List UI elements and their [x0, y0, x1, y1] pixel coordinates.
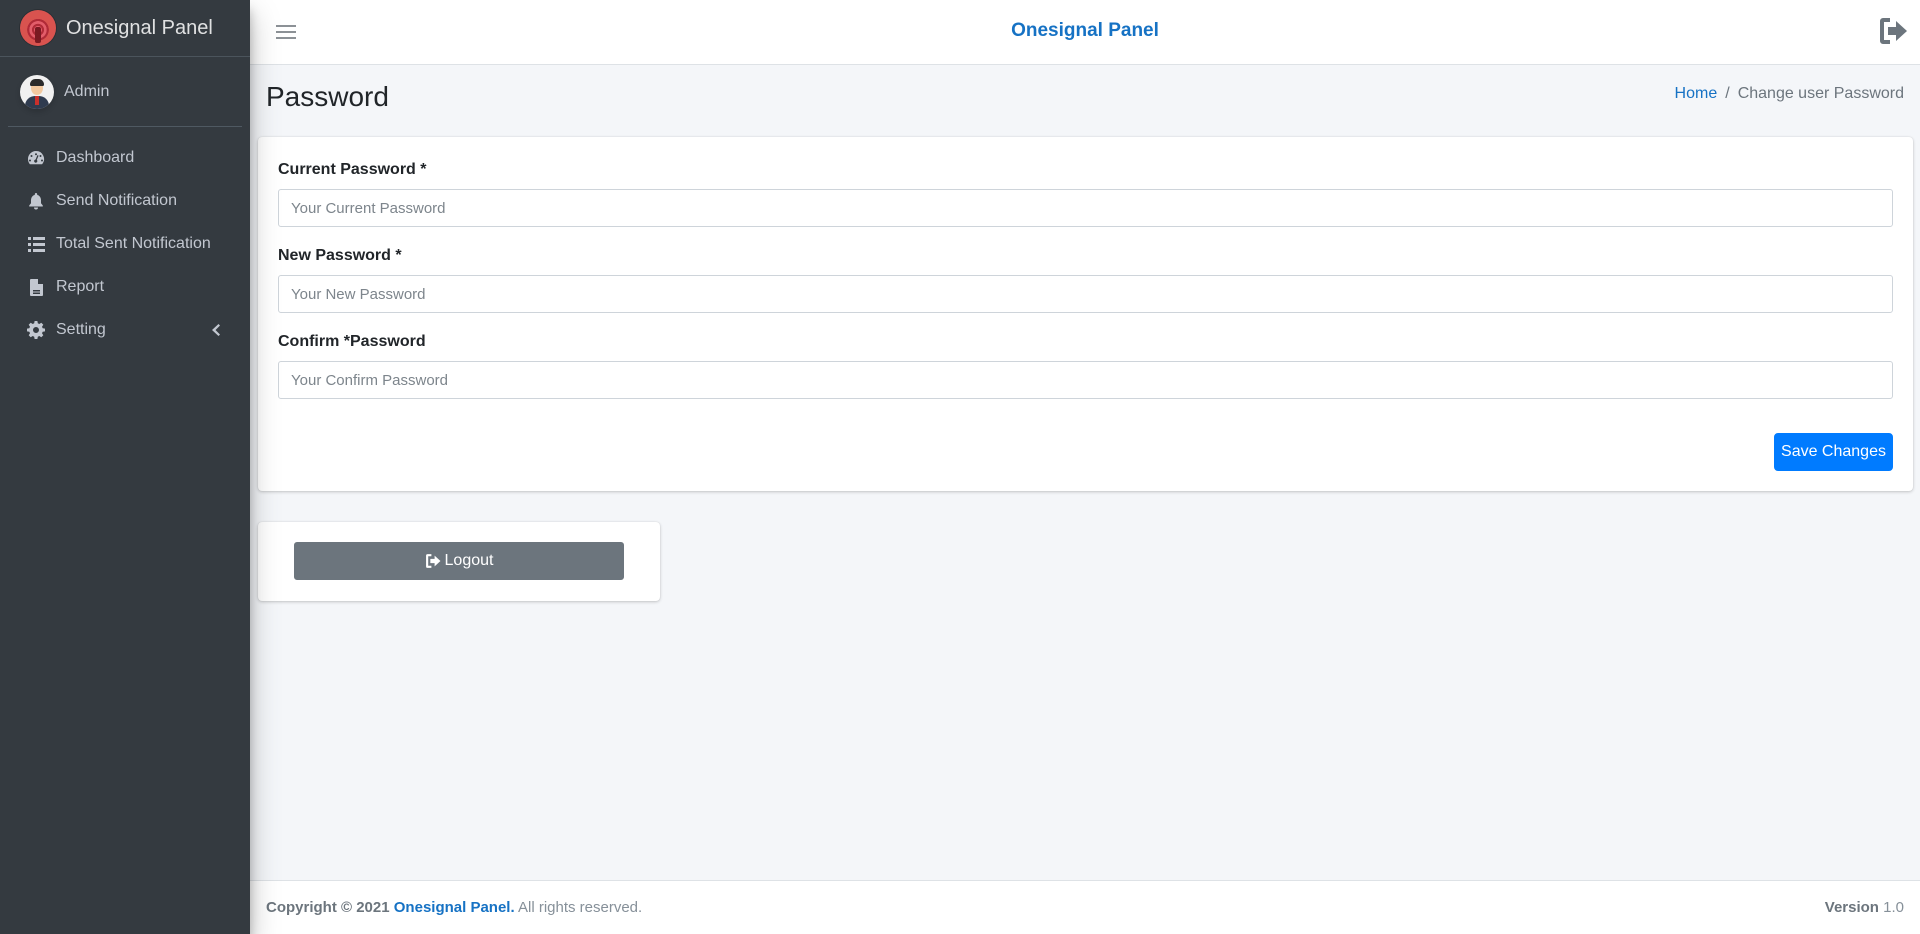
- user-panel[interactable]: Admin: [8, 57, 242, 127]
- avatar: [20, 74, 54, 109]
- confirm-password-group: Confirm *Password: [278, 333, 1893, 399]
- footer-copyright: Copyright © 2021 Onesignal Panel. All ri…: [266, 899, 642, 916]
- main-sidebar: Onesignal Panel Admin Dashboard Send Not…: [0, 0, 250, 934]
- breadcrumb-current: Change user Password: [1737, 85, 1904, 102]
- copyright-text: Copyright © 2021: [266, 899, 390, 916]
- tachometer-icon: [27, 149, 45, 167]
- current-password-input[interactable]: [278, 189, 1893, 227]
- sidebar-item-label: Send Notification: [56, 192, 177, 209]
- current-password-label: Current Password *: [278, 161, 427, 178]
- rights-text: All rights reserved.: [517, 899, 643, 916]
- version-label: Version: [1824, 899, 1879, 916]
- brand-name: Onesignal Panel: [66, 16, 213, 39]
- new-password-group: New Password *: [278, 247, 1893, 313]
- content-wrapper: Password Home / Change user Password Curre…: [250, 65, 1920, 880]
- new-password-input[interactable]: [278, 275, 1893, 313]
- logout-button[interactable]: Logout: [294, 542, 624, 580]
- footer-brand-link[interactable]: Onesignal Panel.: [394, 899, 515, 916]
- new-password-label: New Password *: [278, 247, 402, 264]
- user-name: Admin: [64, 82, 110, 100]
- current-password-group: Current Password *: [278, 161, 1893, 227]
- change-password-card: Current Password * New Password * Confir…: [258, 137, 1913, 491]
- breadcrumb-separator: /: [1725, 85, 1730, 102]
- sidebar-item-label: Dashboard: [56, 149, 135, 166]
- bell-icon: [27, 192, 45, 210]
- sidebar-item-setting[interactable]: Setting: [8, 310, 242, 350]
- footer-version: Version 1.0: [1825, 899, 1904, 916]
- gear-icon: [27, 321, 45, 339]
- sidebar-item-label: Setting: [56, 321, 106, 338]
- save-changes-button[interactable]: Save Changes: [1774, 433, 1893, 471]
- sign-out-icon[interactable]: [1878, 18, 1908, 49]
- footer: Copyright © 2021 Onesignal Panel. All ri…: [250, 880, 1920, 934]
- confirm-password-input[interactable]: [278, 361, 1893, 399]
- logout-card: Logout: [258, 522, 660, 601]
- sidebar-item-report[interactable]: Report: [8, 267, 242, 307]
- confirm-password-label: Confirm *Password: [278, 333, 426, 350]
- breadcrumb: Home / Change user Password: [1675, 85, 1904, 103]
- sidebar-item-label: Total Sent Notification: [56, 235, 211, 252]
- list-icon: [27, 235, 45, 253]
- sidebar-item-total-sent-notification[interactable]: Total Sent Notification: [8, 224, 242, 264]
- brand-link[interactable]: Onesignal Panel: [0, 0, 250, 57]
- chevron-left-icon: [212, 323, 220, 341]
- page-title: Password: [266, 81, 389, 112]
- top-navbar: Onesignal Panel: [250, 0, 1920, 65]
- logout-label: Logout: [444, 552, 494, 569]
- breadcrumb-home-link[interactable]: Home: [1675, 85, 1718, 102]
- sidebar-item-dashboard[interactable]: Dashboard: [8, 138, 242, 178]
- sidebar-nav: Dashboard Send Notification Total Sent N…: [0, 138, 250, 350]
- brand-logo-icon: [20, 10, 56, 46]
- header-title: Onesignal Panel: [1011, 20, 1159, 41]
- file-icon: [27, 278, 45, 296]
- version-value: 1.0: [1883, 899, 1904, 916]
- sign-out-icon: [425, 554, 440, 568]
- sidebar-item-send-notification[interactable]: Send Notification: [8, 181, 242, 221]
- sidebar-item-label: Report: [56, 278, 105, 295]
